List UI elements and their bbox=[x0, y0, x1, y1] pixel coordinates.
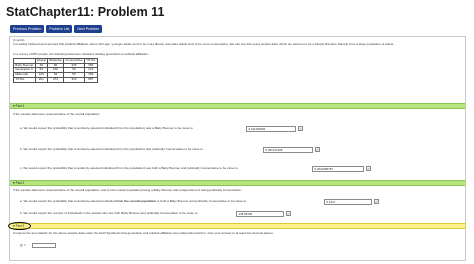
part-1-answer-b[interactable]: 0.351747428 bbox=[263, 147, 313, 153]
check-icon: ✓ bbox=[366, 166, 371, 172]
table-cell: 201 bbox=[34, 76, 48, 83]
survey-text: In a survey of 887 people, the following… bbox=[13, 52, 149, 56]
part-1-header[interactable]: ▾ Part 1 bbox=[10, 103, 465, 109]
table-cell: 887 bbox=[83, 76, 98, 83]
part-1-answer-c[interactable]: 0.2023455787 bbox=[312, 166, 364, 172]
chi-square-label: χ² = bbox=[20, 243, 26, 247]
part-1-answer-a[interactable]: 0.411499493 bbox=[246, 126, 296, 132]
part-2-question-b: b. We would expect the number of individ… bbox=[20, 211, 198, 215]
part-1-question-a: a. We would expect the probability that … bbox=[20, 126, 193, 130]
part-2-prompt: If the sample data were representative o… bbox=[13, 188, 242, 192]
part-2-question-a-end: is both a Baby Boomer and politically Co… bbox=[156, 199, 247, 203]
chi-square-input[interactable] bbox=[32, 242, 56, 248]
hand-drawn-circle bbox=[8, 221, 31, 230]
part-1-question-b: b. We would expect the probability that … bbox=[20, 147, 203, 151]
table-row: TOTAL 201 274 312 887 bbox=[13, 76, 98, 83]
check-icon: ✓ bbox=[298, 126, 303, 132]
part-1-prompt: If the sample data were representative o… bbox=[13, 112, 101, 116]
part-2-answer-b[interactable]: 128.38793 bbox=[236, 211, 284, 217]
problem-body: (1 point) It is widely believed and repo… bbox=[8, 36, 466, 261]
part-2-question-a-start: a. We would expect the probability that … bbox=[20, 199, 117, 203]
previous-problem-button[interactable]: Previous Problem bbox=[10, 25, 45, 33]
part-3-prompt: Compute the test statistic for the above… bbox=[13, 231, 274, 235]
part-1-question-c: c. We would expect the probability that … bbox=[20, 166, 238, 170]
part-2-header[interactable]: ▾ Part 2 bbox=[10, 180, 465, 186]
page-title: StatChapter11: Problem 11 bbox=[6, 5, 165, 19]
part-2-answer-a[interactable]: 0.1447 bbox=[324, 199, 372, 205]
check-icon: ✓ bbox=[286, 211, 291, 217]
problem-intro: It is widely believed and reported that … bbox=[13, 42, 395, 46]
table-row-label: TOTAL bbox=[13, 76, 36, 83]
part-2-question-a: a. We would expect the probability that … bbox=[20, 199, 247, 204]
part-2-question-a-emphasis: from the overall population bbox=[116, 199, 157, 203]
problem-nav: Previous Problem Problem List Next Probl… bbox=[10, 25, 103, 33]
table-cell: 274 bbox=[46, 76, 65, 83]
table-cell: 312 bbox=[63, 76, 85, 83]
part-3-header[interactable]: ▾ Part 3 bbox=[10, 223, 465, 229]
check-icon: ✓ bbox=[374, 199, 379, 205]
next-problem-button[interactable]: Next Problem bbox=[74, 25, 103, 33]
check-icon: ✓ bbox=[315, 147, 320, 153]
contingency-table: Liberal Moderate Conservative TOTAL Baby… bbox=[13, 58, 98, 83]
problem-list-button[interactable]: Problem List bbox=[46, 25, 73, 33]
